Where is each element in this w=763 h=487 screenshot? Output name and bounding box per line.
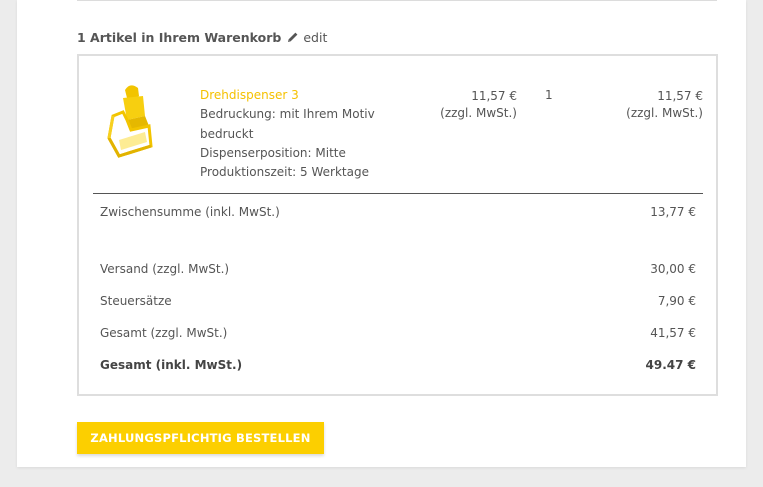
product-dispenser-image	[107, 85, 153, 158]
unit-price-value: 11,57 €	[471, 89, 517, 103]
cart-count-label: 1 Artikel in Ihrem Warenkorb	[77, 29, 282, 45]
product-option-print: Bedruckung: mit Ihrem Motiv bedruckt	[200, 107, 375, 141]
cart-heading: 1 Artikel in Ihrem Warenkorb edit	[77, 29, 327, 45]
checkout-panel: 1 Artikel in Ihrem Warenkorb edit Drehdi…	[17, 0, 746, 467]
total-excl-label: Gesamt (zzgl. MwSt.)	[100, 326, 228, 340]
item-divider	[93, 193, 703, 194]
unit-price-note: (zzgl. MwSt.)	[440, 106, 517, 120]
line-total-note: (zzgl. MwSt.)	[626, 106, 703, 120]
total-excl-value: 41,57 €	[650, 326, 696, 340]
shipping-value: 30,00 €	[650, 262, 696, 276]
total-incl-value: 49.47 €	[645, 358, 696, 372]
pencil-icon[interactable]	[287, 31, 299, 43]
product-option-production: Produktionszeit: 5 Werktage	[200, 165, 369, 179]
place-order-button[interactable]: ZAHLUNGSPFLICHTIG BESTELLEN	[77, 422, 324, 454]
tax-label: Steuersätze	[100, 294, 172, 308]
subtotal-value: 13,77 €	[650, 205, 696, 219]
product-name-link[interactable]: Drehdispenser 3	[200, 88, 299, 102]
product-option-position: Dispenserposition: Mitte	[200, 146, 346, 160]
item-quantity: 1	[545, 88, 553, 102]
total-incl-label: Gesamt (inkl. MwSt.)	[100, 358, 243, 372]
line-total: 11,57 € (zzgl. MwSt.)	[603, 88, 703, 122]
tax-value: 7,90 €	[657, 294, 696, 308]
top-divider	[77, 0, 717, 1]
edit-cart-link[interactable]: edit	[303, 30, 327, 45]
shipping-label: Versand (zzgl. MwSt.)	[100, 262, 230, 276]
subtotal-label: Zwischensumme (inkl. MwSt.)	[100, 205, 280, 219]
cart-summary-box: Drehdispenser 3 Bedruckung: mit Ihrem Mo…	[77, 54, 718, 396]
line-total-value: 11,57 €	[657, 89, 703, 103]
unit-price: 11,57 € (zzgl. MwSt.)	[423, 88, 517, 122]
